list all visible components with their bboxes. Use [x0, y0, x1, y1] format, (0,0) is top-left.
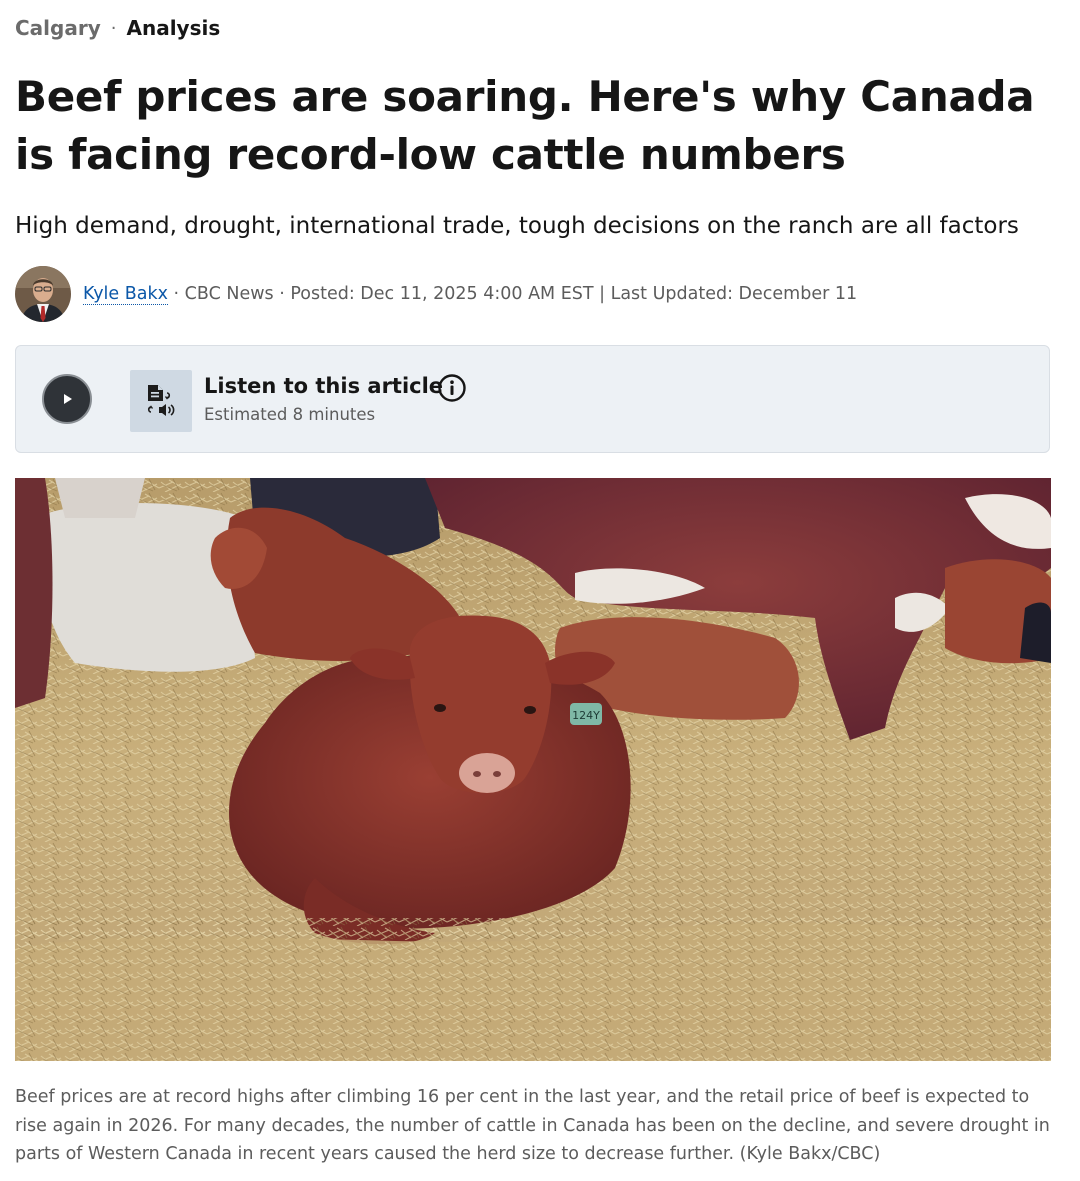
breadcrumb-separator: · [110, 17, 117, 39]
article-type-label: Analysis [126, 16, 221, 40]
byline: Kyle Bakx · CBC News · Posted: Dec 11, 2… [15, 266, 857, 322]
info-icon[interactable] [437, 373, 467, 403]
photo-caption: Beef prices are at record highs after cl… [15, 1087, 1050, 1164]
article-photo-cattle: 124Y [15, 478, 1051, 1061]
author-avatar[interactable] [15, 266, 71, 322]
listen-to-article-panel: Listen to this article Estimated 8 minut… [15, 345, 1050, 453]
breadcrumb: Calgary · Analysis [15, 16, 220, 40]
breadcrumb-city-link[interactable]: Calgary [15, 16, 101, 40]
byline-meta: · CBC News · Posted: Dec 11, 2025 4:00 A… [167, 284, 858, 304]
author-link[interactable]: Kyle Bakx [83, 284, 168, 305]
article-deck: High demand, drought, international trad… [15, 213, 1019, 239]
play-button[interactable] [42, 374, 92, 424]
play-icon [64, 394, 72, 404]
byline-text: Kyle Bakx · CBC News · Posted: Dec 11, 2… [83, 284, 858, 305]
ear-tag-text: 124Y [572, 709, 600, 722]
listen-duration: Estimated 8 minutes [204, 405, 376, 424]
text-to-speech-icon [130, 370, 192, 432]
listen-title: Listen to this article [204, 374, 444, 398]
article-headline: Beef prices are soaring. Here's why Cana… [15, 72, 1035, 179]
